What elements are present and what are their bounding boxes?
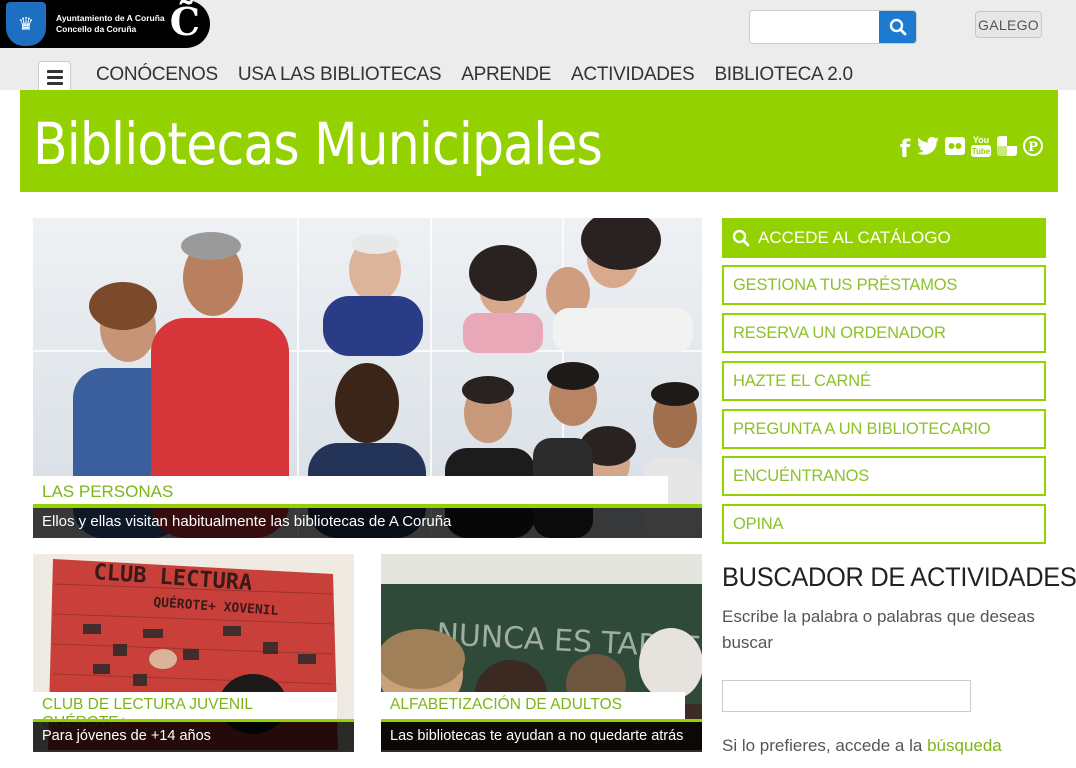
- advanced-search-link[interactable]: búsqueda: [927, 736, 1002, 755]
- facebook-icon[interactable]: f: [898, 137, 912, 161]
- sidebar-link-ordenador[interactable]: RESERVA UN ORDENADOR: [722, 313, 1046, 353]
- sidebar-link-bibliotecario[interactable]: PREGUNTA A UN BIBLIOTECARIO: [722, 409, 1046, 449]
- hero-title[interactable]: LAS PERSONAS: [33, 476, 668, 504]
- logo-text: Ayuntamiento de A Coruña Concello da Cor…: [56, 13, 165, 35]
- top-bar: ♛ Ayuntamiento de A Coruña Concello da C…: [0, 0, 1076, 93]
- search-button[interactable]: [879, 11, 916, 43]
- logo-mark: C̃: [169, 0, 200, 44]
- language-button[interactable]: GALEGO: [975, 11, 1042, 38]
- nav-item-actividades[interactable]: ACTIVIDADES: [571, 64, 695, 86]
- menu-toggle-button[interactable]: [38, 61, 71, 93]
- flickr-icon[interactable]: [944, 136, 966, 162]
- sidebar-link-carne[interactable]: HAZTE EL CARNÉ: [722, 361, 1046, 401]
- sidebar-link-encuentranos[interactable]: ENCUÉNTRANOS: [722, 456, 1046, 496]
- search-icon: [732, 229, 750, 247]
- hero-description: Ellos y ellas visitan habitualmente las …: [33, 508, 702, 538]
- catalog-button-label: ACCEDE AL CATÁLOGO: [758, 228, 951, 247]
- logo-line-2: Concello da Coruña: [56, 24, 137, 34]
- nav-item-aprende[interactable]: APRENDE: [461, 64, 551, 86]
- activity-finder-hint-text: Si lo prefieres, accede a la: [722, 736, 923, 755]
- site-banner: Bibliotecas Municipales f You Tube P: [20, 90, 1058, 192]
- activity-finder-hint: Si lo prefieres, accede a la búsqueda: [722, 734, 1062, 758]
- nav-item-usa-bibliotecas[interactable]: USA LAS BIBLIOTECAS: [238, 64, 442, 86]
- nav-item-biblioteca-2[interactable]: BIBLIOTECA 2.0: [714, 64, 853, 86]
- coat-of-arms-icon: ♛: [6, 2, 46, 46]
- search-icon: [889, 18, 906, 36]
- card-alfabetizacion-description: Las bibliotecas te ayudan a no quedarte …: [381, 722, 702, 752]
- activity-finder-description: Escribe la palabra o palabras que deseas…: [722, 607, 1035, 652]
- svg-text:You: You: [973, 135, 989, 145]
- sidebar-link-prestamos[interactable]: GESTIONA TUS PRÉSTAMOS: [722, 265, 1046, 305]
- hamburger-icon: [46, 69, 63, 73]
- svg-text:Tube: Tube: [972, 147, 991, 156]
- sidebar-link-opina[interactable]: OPINA: [722, 504, 1046, 544]
- page-title: Bibliotecas Municipales: [33, 110, 603, 178]
- search-input[interactable]: [750, 11, 880, 43]
- delicious-icon[interactable]: [996, 136, 1018, 162]
- activity-search-input[interactable]: [722, 680, 971, 712]
- logo-line-1: Ayuntamiento de A Coruña: [56, 13, 165, 23]
- pinterest-icon[interactable]: P: [1022, 136, 1044, 162]
- city-logo[interactable]: ♛ Ayuntamiento de A Coruña Concello da C…: [0, 0, 210, 48]
- svg-text:P: P: [1028, 140, 1038, 155]
- social-links: f You Tube P: [898, 134, 1044, 164]
- card-club-lectura-title[interactable]: CLUB DE LECTURA JUVENIL QUÉROTE+: [33, 692, 337, 731]
- card-club-lectura-description: Para jóvenes de +14 años: [33, 722, 354, 752]
- nav-item-conocenos[interactable]: CONÓCENOS: [96, 64, 218, 86]
- twitter-icon[interactable]: [916, 136, 940, 161]
- youtube-icon[interactable]: You Tube: [970, 134, 992, 164]
- site-search: [749, 10, 917, 44]
- catalog-button[interactable]: ACCEDE AL CATÁLOGO: [722, 218, 1046, 258]
- main-nav: CONÓCENOS USA LAS BIBLIOTECAS APRENDE AC…: [96, 64, 853, 86]
- card-alfabetizacion-title[interactable]: ALFABETIZACIÓN DE ADULTOS: [381, 692, 685, 719]
- activity-finder-title: BUSCADOR DE ACTIVIDADES: [722, 562, 1076, 592]
